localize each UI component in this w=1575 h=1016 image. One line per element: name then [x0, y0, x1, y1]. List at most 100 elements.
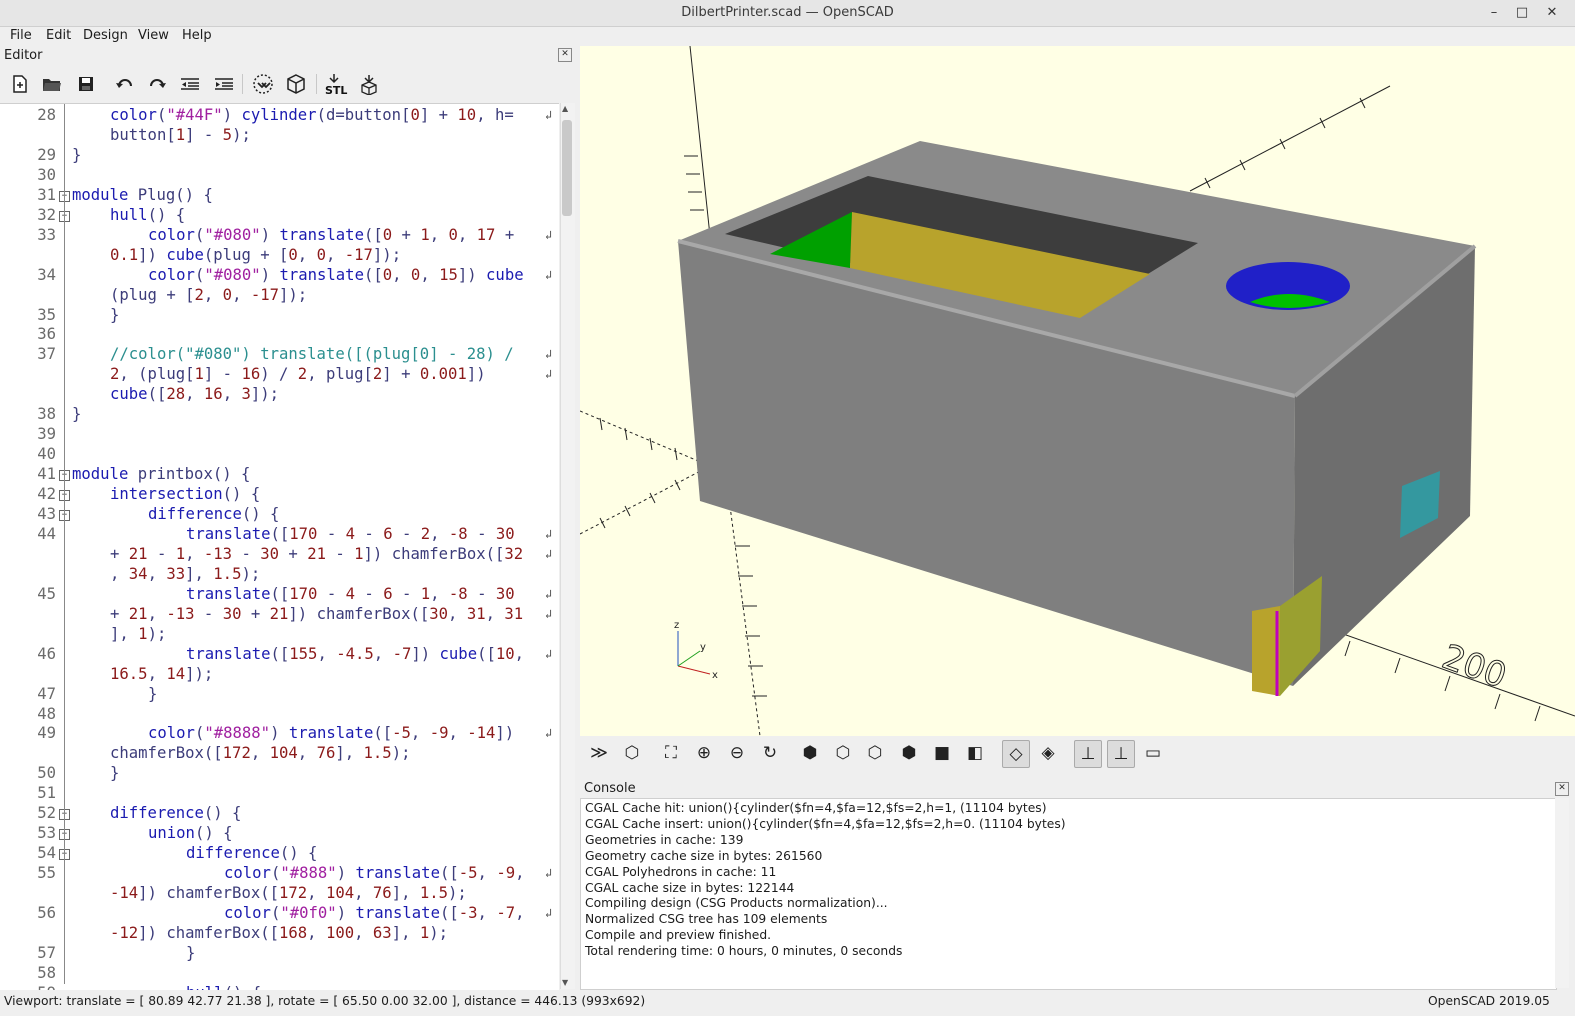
- show-axes-icon[interactable]: ⊥: [1074, 740, 1102, 768]
- menu-file[interactable]: File: [10, 26, 32, 46]
- show-scale-icon[interactable]: ⊥: [1107, 740, 1135, 768]
- code-line[interactable]: cube([28, 16, 3]);: [110, 385, 279, 403]
- code-line[interactable]: ], 1);: [110, 625, 166, 643]
- code-line[interactable]: (plug + [2, 0, -17]);: [110, 286, 307, 304]
- code-line[interactable]: , 34, 33], 1.5);: [110, 565, 260, 583]
- view-back-icon[interactable]: ◧: [962, 740, 988, 766]
- menu-help[interactable]: Help: [182, 26, 212, 46]
- view-left-icon[interactable]: ⬢: [896, 740, 922, 766]
- code-line[interactable]: hull() {: [110, 206, 185, 224]
- console-close-icon[interactable]: ✕: [1555, 782, 1569, 796]
- unindent-icon[interactable]: [178, 72, 202, 96]
- code-line[interactable]: difference() {: [186, 844, 317, 862]
- view-right-icon[interactable]: ⬢: [797, 740, 823, 766]
- reset-view-icon[interactable]: ↻: [757, 740, 783, 766]
- x-axis-negative-line: [580, 410, 711, 467]
- redo-icon[interactable]: [145, 72, 169, 96]
- show-edges-icon[interactable]: ▭: [1140, 740, 1166, 766]
- code-line[interactable]: chamferBox([172, 104, 76], 1.5);: [110, 744, 410, 762]
- code-line[interactable]: difference() {: [148, 505, 279, 523]
- scroll-up-icon[interactable]: ▲: [562, 104, 568, 113]
- zoom-in-icon[interactable]: ⊕: [691, 740, 717, 766]
- line-wrap-icon: ↲: [545, 546, 553, 561]
- code-line[interactable]: color("#080") translate([0, 0, 15]) cube: [148, 266, 524, 284]
- code-line[interactable]: color("#888") translate([-5, -9,: [224, 864, 524, 882]
- code-editor[interactable]: 28 color("#44F") cylinder(d=button[0] + 1…: [0, 103, 559, 990]
- code-line[interactable]: 2, (plug[1] - 16) / 2, plug[2] + 0.001]): [110, 365, 486, 383]
- zoom-out-icon[interactable]: ⊖: [724, 740, 750, 766]
- code-line[interactable]: translate([170 - 4 - 6 - 2, -8 - 30: [186, 525, 515, 543]
- view-front-icon[interactable]: ■: [929, 740, 955, 766]
- preview-icon[interactable]: [251, 72, 275, 96]
- line-number: 50: [37, 764, 56, 783]
- line-number: 53: [37, 824, 56, 843]
- send-to-print-icon[interactable]: [357, 72, 381, 96]
- menu-edit[interactable]: Edit: [46, 26, 71, 46]
- code-line[interactable]: intersection() {: [110, 485, 260, 503]
- scroll-down-icon[interactable]: ▼: [562, 978, 568, 987]
- code-line[interactable]: module printbox() {: [72, 465, 250, 483]
- menu-view[interactable]: View: [138, 26, 169, 46]
- perspective-icon[interactable]: ◇: [1002, 740, 1030, 768]
- axis-y-label: y: [700, 642, 706, 653]
- code-line[interactable]: translate([155, -4.5, -7]) cube([10,: [186, 645, 524, 663]
- line-wrap-icon: ↲: [545, 586, 553, 601]
- code-line[interactable]: }: [110, 764, 119, 782]
- code-line[interactable]: -14]) chamferBox([172, 104, 76], 1.5);: [110, 884, 467, 902]
- maximize-icon[interactable]: □: [1513, 4, 1531, 22]
- code-line[interactable]: }: [148, 685, 157, 703]
- render-icon[interactable]: ⬡: [619, 740, 645, 766]
- code-line[interactable]: 0.1]) cube(plug + [0, 0, -17]);: [110, 246, 401, 264]
- menu-design[interactable]: Design: [83, 26, 128, 46]
- code-line[interactable]: 16.5, 14]);: [110, 665, 213, 683]
- export-stl-icon[interactable]: STL: [324, 72, 348, 96]
- code-line[interactable]: //color("#080") translate([(plug[0] - 28…: [110, 345, 514, 363]
- line-wrap-icon: ↲: [545, 367, 553, 382]
- editor-close-icon[interactable]: ✕: [558, 48, 572, 62]
- undo-icon[interactable]: [113, 72, 137, 96]
- code-line[interactable]: hull() {: [186, 984, 261, 990]
- code-line[interactable]: color("#080") translate([0 + 1, 0, 17 +: [148, 226, 514, 244]
- fold-guide-line: [64, 104, 65, 984]
- preview-icon[interactable]: ≫: [586, 740, 612, 766]
- axis-scale-label: 200: [1437, 637, 1512, 697]
- open-file-icon[interactable]: [40, 72, 64, 96]
- code-line[interactable]: translate([170 - 4 - 6 - 1, -8 - 30: [186, 585, 515, 603]
- code-line[interactable]: difference() {: [110, 804, 241, 822]
- minimize-icon[interactable]: –: [1485, 4, 1503, 22]
- indent-icon[interactable]: [212, 72, 236, 96]
- line-wrap-icon: ↲: [545, 646, 553, 661]
- code-line[interactable]: -12]) chamferBox([168, 100, 63], 1);: [110, 924, 448, 942]
- line-number: 35: [37, 305, 56, 324]
- editor-scrollbar[interactable]: [560, 103, 575, 989]
- code-line[interactable]: color("#44F") cylinder(d=button[0] + 10,…: [110, 106, 514, 124]
- code-line[interactable]: }: [186, 944, 195, 962]
- console-line: CGAL Polyhedrons in cache: 11: [585, 864, 777, 879]
- code-line[interactable]: }: [72, 146, 81, 164]
- code-line[interactable]: + 21 - 1, -13 - 30 + 21 - 1]) chamferBox…: [110, 545, 523, 563]
- code-line[interactable]: + 21, -13 - 30 + 21]) chamferBox([30, 31…: [110, 605, 523, 623]
- render-icon[interactable]: [284, 72, 308, 96]
- code-line[interactable]: module Plug() {: [72, 186, 213, 204]
- line-number: 59: [0, 984, 56, 990]
- save-icon[interactable]: [74, 72, 98, 96]
- view-all-icon[interactable]: ⛶: [658, 740, 684, 766]
- view-top-icon[interactable]: ⬡: [830, 740, 856, 766]
- code-line[interactable]: }: [110, 306, 119, 324]
- orthogonal-icon[interactable]: ◈: [1035, 740, 1061, 766]
- code-line[interactable]: color("#8888") translate([-5, -9, -14]): [148, 724, 514, 742]
- console-line: CGAL Cache insert: union(){cylinder($fn=…: [585, 816, 1066, 831]
- code-line[interactable]: button[1] - 5);: [110, 126, 251, 144]
- axis-x-label: x: [712, 670, 718, 681]
- new-file-icon[interactable]: [8, 72, 32, 96]
- editor-scrollbar-thumb[interactable]: [562, 120, 572, 216]
- console-scrollbar[interactable]: [1555, 798, 1569, 988]
- toolbar-separator: [242, 74, 243, 94]
- view-bottom-icon[interactable]: ⬡: [862, 740, 888, 766]
- code-line[interactable]: }: [72, 405, 81, 423]
- 3d-viewport[interactable]: 200 z y x: [580, 46, 1575, 736]
- code-line[interactable]: union() {: [148, 824, 233, 842]
- code-line[interactable]: color("#0f0") translate([-3, -7,: [224, 904, 524, 922]
- line-wrap-icon: ↲: [545, 726, 553, 741]
- close-icon[interactable]: ✕: [1543, 4, 1561, 22]
